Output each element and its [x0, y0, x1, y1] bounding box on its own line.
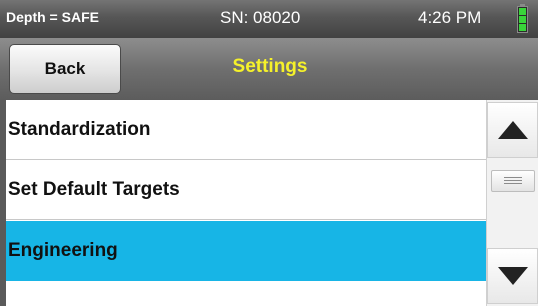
battery-full-icon [517, 4, 528, 33]
list-item-set-default-targets[interactable]: Set Default Targets [6, 160, 486, 220]
list-item-label: Set Default Targets [8, 179, 180, 200]
battery-segment [519, 16, 526, 23]
scroll-thumb[interactable] [491, 170, 535, 192]
page-title: Settings [232, 56, 308, 77]
list-item-standardization[interactable]: Standardization [6, 100, 486, 160]
battery-segment [519, 24, 526, 31]
list-item-label: Engineering [8, 240, 118, 261]
device-screen: Depth = SAFE SN: 08020 4:26 PM Back Sett… [0, 0, 538, 306]
clock-time: 4:26 PM [418, 8, 482, 27]
status-bar: Depth = SAFE SN: 08020 4:26 PM [0, 0, 538, 38]
scrollbar[interactable] [486, 100, 538, 306]
triangle-up-icon [498, 121, 528, 139]
serial-number: SN: 08020 [220, 8, 301, 27]
list-item-engineering[interactable]: Engineering [6, 221, 486, 281]
depth-status: Depth = SAFE [6, 9, 99, 25]
scroll-up-button[interactable] [487, 102, 538, 158]
list-item-label: Standardization [8, 119, 151, 140]
grip-line [504, 183, 522, 184]
nav-bar: Back Settings [0, 38, 538, 100]
back-button[interactable]: Back [9, 44, 121, 94]
battery-segment [519, 8, 526, 15]
battery-cap [520, 4, 525, 7]
scroll-down-button[interactable] [487, 248, 538, 304]
grip-line [504, 180, 522, 181]
settings-list: Standardization Set Default Targets Engi… [6, 100, 486, 306]
triangle-down-icon [498, 267, 528, 285]
grip-lines-icon [504, 177, 522, 178]
